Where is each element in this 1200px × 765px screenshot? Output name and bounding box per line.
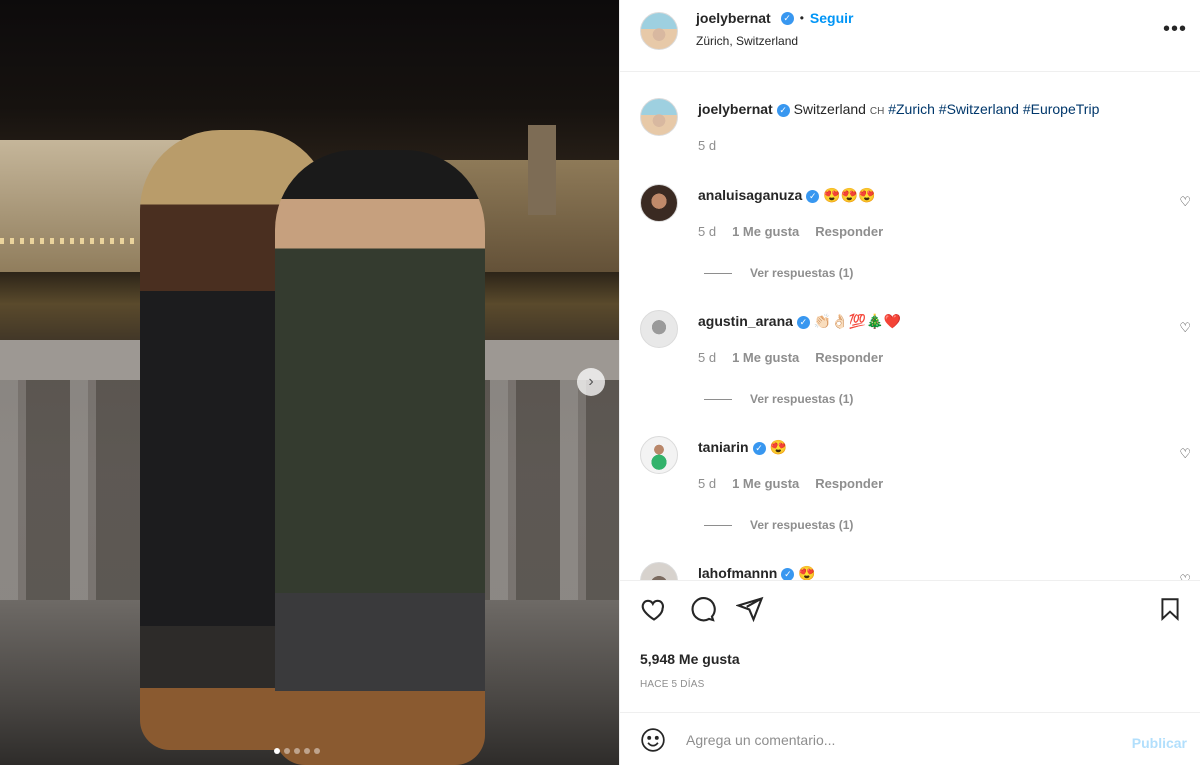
comments-list[interactable]: joelybernat ✓ Switzerland CH #Zurich #Swi… <box>620 72 1200 580</box>
heart-outline-icon[interactable]: ♡ <box>1179 572 1191 580</box>
comment-text: 👏🏻👌🏻💯🎄❤️ <box>813 313 901 329</box>
comment-text: 😍 <box>769 439 787 455</box>
view-replies-label: Ver respuestas (1) <box>750 518 854 532</box>
verified-badge-icon: ✓ <box>781 567 795 580</box>
carousel-dot <box>314 748 320 754</box>
carousel-dots <box>274 748 320 754</box>
comment-username[interactable]: agustin_arana <box>698 313 793 329</box>
avatar[interactable] <box>640 562 678 580</box>
more-horizontal-icon: ••• <box>1162 18 1187 40</box>
heart-outline-icon[interactable]: ♡ <box>1179 194 1191 210</box>
share-send-icon[interactable] <box>734 595 764 628</box>
avatar[interactable] <box>640 98 678 136</box>
verified-badge-icon: ✓ <box>752 441 766 455</box>
heart-outline-icon[interactable]: ♡ <box>1179 446 1191 462</box>
view-replies-label: Ver respuestas (1) <box>750 266 854 280</box>
comment-time: 5 d <box>698 224 717 239</box>
carousel-dot <box>304 748 310 754</box>
avatar[interactable] <box>640 436 678 474</box>
carousel-dot <box>274 748 280 754</box>
heart-outline-icon[interactable]: ♡ <box>1179 320 1191 336</box>
post-side-panel: joelybernat ✓ • Seguir Zürich, Switzerla… <box>619 0 1200 765</box>
comment-bubble-icon[interactable] <box>688 595 716 628</box>
separator-dot: • <box>799 11 804 25</box>
flag-label: CH <box>869 106 885 117</box>
likes-count[interactable]: 5,948 Me gusta <box>640 651 740 667</box>
hashtag-link[interactable]: #EuropeTrip <box>1023 101 1100 117</box>
like-heart-icon[interactable] <box>640 595 668 628</box>
view-replies-button[interactable]: Ver respuestas (1) <box>704 518 853 532</box>
carousel-next-button[interactable]: › <box>577 368 605 396</box>
comment-input[interactable] <box>686 727 1106 753</box>
more-options-button[interactable]: ••• <box>1163 18 1187 41</box>
view-replies-label: Ver respuestas (1) <box>750 392 854 406</box>
comment-username[interactable]: analuisaganuza <box>698 187 802 203</box>
bookmark-icon[interactable] <box>1157 595 1183 628</box>
verified-badge-icon: ✓ <box>796 315 810 329</box>
emoji-icon[interactable] <box>640 727 666 758</box>
caption-time: 5 d <box>698 138 717 153</box>
divider-line <box>704 524 732 526</box>
verified-badge-icon: ✓ <box>776 103 790 117</box>
hashtag-link[interactable]: #Switzerland <box>939 101 1019 117</box>
follow-button[interactable]: Seguir <box>810 10 854 26</box>
hashtag-link[interactable]: #Zurich <box>888 101 935 117</box>
view-replies-button[interactable]: Ver respuestas (1) <box>704 266 853 280</box>
post-actions: 5,948 Me gusta HACE 5 DÍAS <box>620 580 1200 712</box>
post-photo[interactable]: › <box>0 0 619 765</box>
avatar[interactable] <box>640 310 678 348</box>
publish-button[interactable]: Publicar <box>1132 735 1187 751</box>
comment-composer: Publicar <box>620 712 1200 765</box>
view-replies-button[interactable]: Ver respuestas (1) <box>704 392 853 406</box>
comment-time: 5 d <box>698 476 717 491</box>
verified-badge-icon: ✓ <box>780 11 794 25</box>
comment-time: 5 d <box>698 350 717 365</box>
avatar[interactable] <box>640 12 678 50</box>
comment-text: 😍😍😍 <box>823 187 876 203</box>
verified-badge-icon: ✓ <box>806 189 820 203</box>
carousel-dot <box>284 748 290 754</box>
comment-likes-link[interactable]: 1 Me gusta <box>732 476 799 491</box>
author-username[interactable]: joelybernat <box>696 10 771 26</box>
comment-likes-link[interactable]: 1 Me gusta <box>732 224 799 239</box>
caption-username[interactable]: joelybernat <box>698 101 773 117</box>
comment-text: 😍 <box>798 565 816 580</box>
comment-username[interactable]: lahofmannn <box>698 565 777 580</box>
photo-person-man <box>275 150 485 765</box>
caption-text: Switzerland <box>793 101 866 117</box>
chevron-right-icon: › <box>588 373 594 390</box>
reply-button[interactable]: Responder <box>815 224 883 239</box>
reply-button[interactable]: Responder <box>815 350 883 365</box>
reply-button[interactable]: Responder <box>815 476 883 491</box>
divider-line <box>704 272 732 274</box>
photo-church-tower <box>528 125 556 215</box>
post-header: joelybernat ✓ • Seguir Zürich, Switzerla… <box>620 0 1200 72</box>
divider-line <box>704 398 732 400</box>
comment-likes-link[interactable]: 1 Me gusta <box>732 350 799 365</box>
comment-username[interactable]: taniarin <box>698 439 749 455</box>
post-location[interactable]: Zürich, Switzerland <box>696 34 798 48</box>
post-time-ago: HACE 5 DÍAS <box>640 679 705 690</box>
carousel-dot <box>294 748 300 754</box>
avatar[interactable] <box>640 184 678 222</box>
